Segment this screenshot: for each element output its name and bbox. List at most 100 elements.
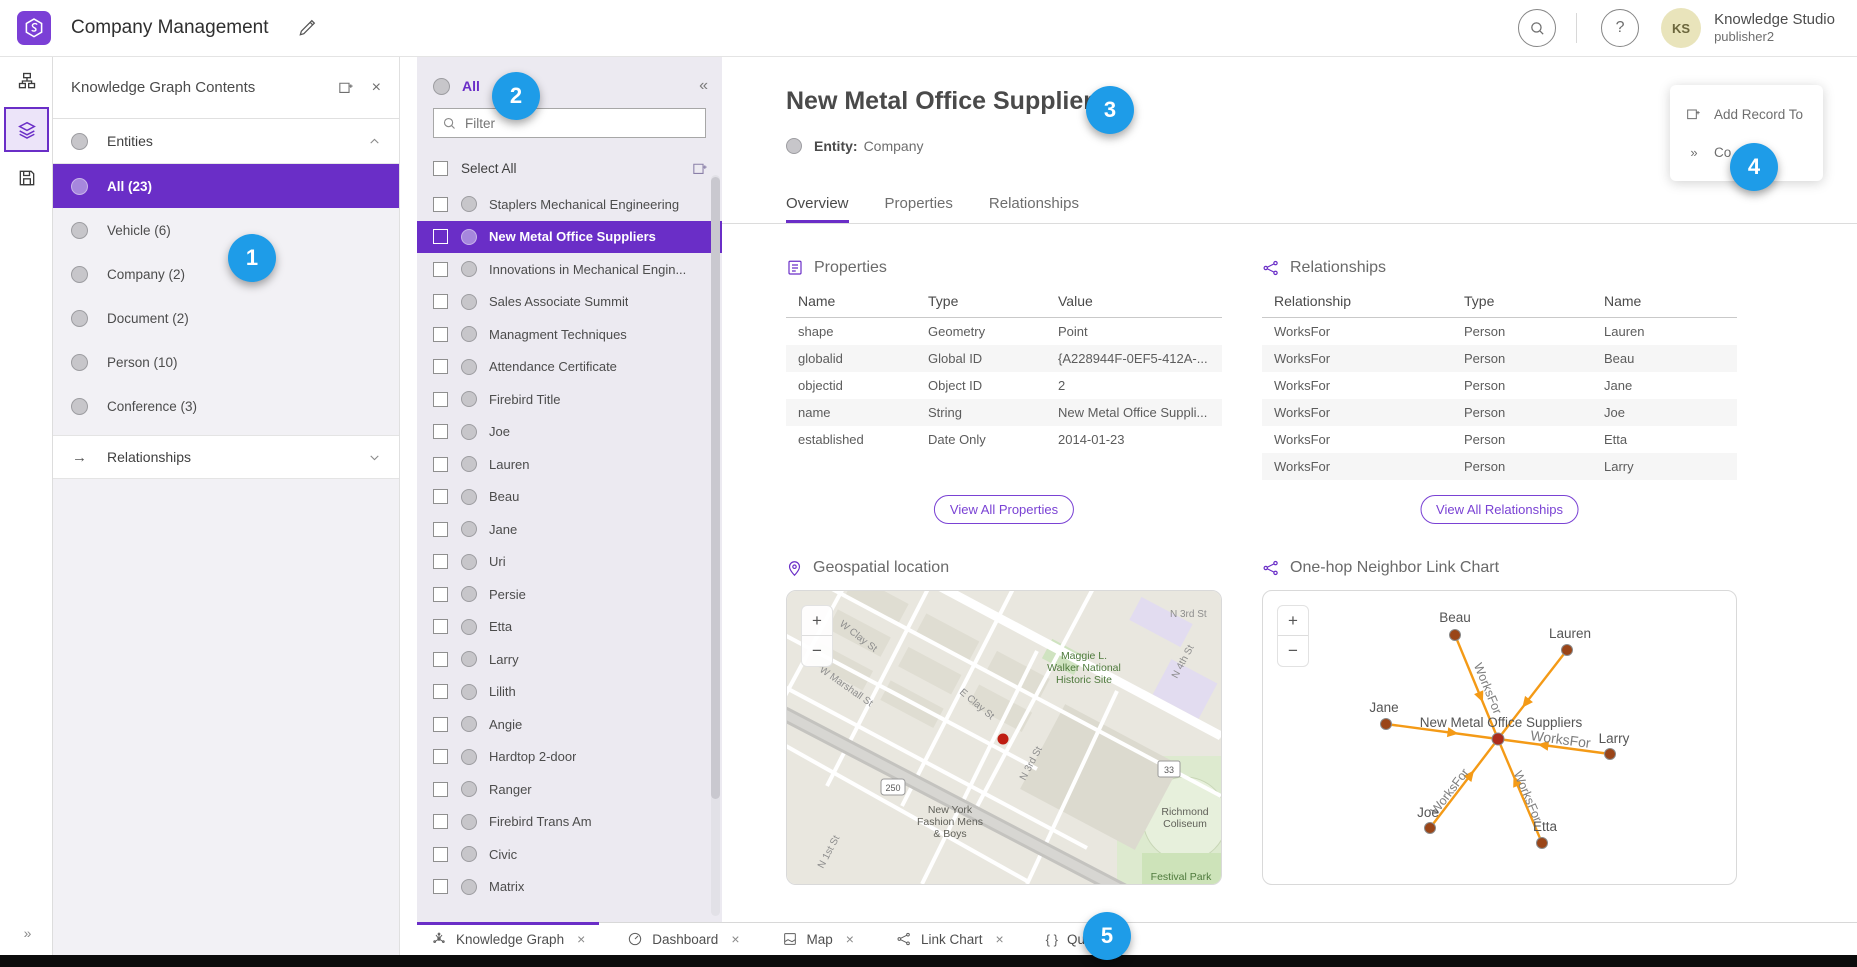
tab-link-chart[interactable]: Link Chart × bbox=[882, 923, 1018, 955]
record-checkbox[interactable] bbox=[433, 847, 448, 862]
record-row[interactable]: Lilith bbox=[417, 676, 722, 709]
record-row[interactable]: Larry bbox=[417, 643, 722, 676]
zoom-in-button[interactable]: + bbox=[802, 606, 832, 636]
table-row[interactable]: WorksForPersonJoe bbox=[1262, 399, 1737, 426]
tab-knowledge-graph[interactable]: Knowledge Graph × bbox=[417, 923, 599, 955]
zoom-out-button[interactable]: − bbox=[1278, 636, 1308, 666]
new-window-button[interactable] bbox=[337, 79, 354, 96]
record-checkbox[interactable] bbox=[433, 424, 448, 439]
record-checkbox[interactable] bbox=[433, 879, 448, 894]
collapse-panel-button[interactable]: « bbox=[699, 77, 708, 95]
record-checkbox[interactable] bbox=[433, 489, 448, 504]
record-row[interactable]: Matrix bbox=[417, 871, 722, 904]
contents-tool[interactable] bbox=[4, 107, 49, 152]
record-checkbox[interactable] bbox=[433, 522, 448, 537]
filter-input[interactable] bbox=[465, 116, 697, 131]
record-row[interactable]: Sales Associate Summit bbox=[417, 286, 722, 319]
view-all-relationships-button[interactable]: View All Relationships bbox=[1420, 495, 1579, 524]
record-row[interactable]: Innovations in Mechanical Engin... bbox=[417, 253, 722, 286]
record-row[interactable]: Beau bbox=[417, 481, 722, 514]
tab-dashboard[interactable]: Dashboard × bbox=[613, 923, 753, 955]
record-checkbox[interactable] bbox=[433, 197, 448, 212]
records-scrollbar[interactable] bbox=[711, 175, 720, 916]
save-tool[interactable] bbox=[0, 154, 53, 202]
record-checkbox[interactable] bbox=[433, 229, 448, 244]
table-row[interactable]: shapeGeometryPoint bbox=[786, 318, 1222, 346]
record-row[interactable]: Persie bbox=[417, 578, 722, 611]
close-tab-icon[interactable]: × bbox=[577, 931, 585, 947]
record-row[interactable]: Joe bbox=[417, 416, 722, 449]
tab-overview[interactable]: Overview bbox=[786, 187, 849, 223]
record-row[interactable]: Hardtop 2-door bbox=[417, 741, 722, 774]
search-button[interactable] bbox=[1518, 9, 1556, 47]
table-row[interactable]: nameStringNew Metal Office Suppli... bbox=[786, 399, 1222, 426]
link-chart-canvas[interactable]: WorksFor WorksFor WorksFor WorksFor bbox=[1263, 591, 1736, 884]
zoom-in-button[interactable]: + bbox=[1278, 606, 1308, 636]
menu-item-add-record-to[interactable]: Add Record To bbox=[1670, 95, 1823, 133]
data-model-tool[interactable] bbox=[0, 57, 53, 105]
record-checkbox[interactable] bbox=[433, 457, 448, 472]
record-row[interactable]: Lauren bbox=[417, 448, 722, 481]
add-record-button[interactable] bbox=[691, 160, 708, 177]
record-row[interactable]: Firebird Trans Am bbox=[417, 806, 722, 839]
location-marker[interactable] bbox=[998, 734, 1009, 745]
tab-map[interactable]: Map × bbox=[768, 923, 868, 955]
record-row[interactable]: Managment Techniques bbox=[417, 318, 722, 351]
entity-type-company[interactable]: Company (2) bbox=[53, 252, 399, 296]
record-checkbox[interactable] bbox=[433, 652, 448, 667]
tab-relationships[interactable]: Relationships bbox=[989, 187, 1079, 223]
record-checkbox[interactable] bbox=[433, 717, 448, 732]
record-checkbox[interactable] bbox=[433, 684, 448, 699]
record-row[interactable]: Ranger bbox=[417, 773, 722, 806]
record-row[interactable]: Jane bbox=[417, 513, 722, 546]
record-checkbox[interactable] bbox=[433, 749, 448, 764]
record-row-selected[interactable]: New Metal Office Suppliers bbox=[417, 221, 722, 254]
link-chart-card[interactable]: + − bbox=[1262, 590, 1737, 885]
filter-box[interactable] bbox=[433, 108, 706, 138]
table-row[interactable]: WorksForPersonLauren bbox=[1262, 318, 1737, 346]
record-row[interactable]: Attendance Certificate bbox=[417, 351, 722, 384]
record-checkbox[interactable] bbox=[433, 782, 448, 797]
scrollbar-thumb[interactable] bbox=[711, 177, 720, 799]
close-tab-icon[interactable]: × bbox=[846, 931, 854, 947]
relationships-section-header[interactable]: → Relationships bbox=[53, 435, 399, 479]
record-checkbox[interactable] bbox=[433, 294, 448, 309]
record-row[interactable]: Uri bbox=[417, 546, 722, 579]
record-row[interactable]: Firebird Title bbox=[417, 383, 722, 416]
entity-type-conference[interactable]: Conference (3) bbox=[53, 384, 399, 428]
record-checkbox[interactable] bbox=[433, 619, 448, 634]
record-checkbox[interactable] bbox=[433, 359, 448, 374]
record-row[interactable]: Angie bbox=[417, 708, 722, 741]
record-row[interactable]: Staplers Mechanical Engineering bbox=[417, 188, 722, 221]
table-row[interactable]: WorksForPersonEtta bbox=[1262, 426, 1737, 453]
record-checkbox[interactable] bbox=[433, 327, 448, 342]
record-checkbox[interactable] bbox=[433, 554, 448, 569]
record-checkbox[interactable] bbox=[433, 587, 448, 602]
close-tab-icon[interactable]: × bbox=[731, 931, 739, 947]
record-row[interactable]: Civic bbox=[417, 838, 722, 871]
tab-properties[interactable]: Properties bbox=[885, 187, 953, 223]
select-all-checkbox[interactable] bbox=[433, 161, 448, 176]
table-row[interactable]: WorksForPersonBeau bbox=[1262, 345, 1737, 372]
help-button[interactable]: ? bbox=[1601, 9, 1639, 47]
close-panel-button[interactable]: × bbox=[372, 79, 381, 97]
table-row[interactable]: objectidObject ID2 bbox=[786, 372, 1222, 399]
avatar[interactable]: KS bbox=[1661, 8, 1701, 48]
entities-section-header[interactable]: Entities bbox=[53, 119, 399, 164]
basemap[interactable]: 250 33 W Clay St W Marshall St E Clay St… bbox=[787, 591, 1221, 884]
entity-type-document[interactable]: Document (2) bbox=[53, 296, 399, 340]
table-row[interactable]: establishedDate Only2014-01-23 bbox=[786, 426, 1222, 453]
table-row[interactable]: WorksForPersonJane bbox=[1262, 372, 1737, 399]
table-row[interactable]: WorksForPersonLarry bbox=[1262, 453, 1737, 480]
zoom-out-button[interactable]: − bbox=[802, 636, 832, 666]
record-checkbox[interactable] bbox=[433, 262, 448, 277]
record-row[interactable]: Etta bbox=[417, 611, 722, 644]
record-checkbox[interactable] bbox=[433, 392, 448, 407]
app-logo[interactable] bbox=[17, 11, 51, 45]
entity-type-vehicle[interactable]: Vehicle (6) bbox=[53, 208, 399, 252]
expand-rail-button[interactable]: » bbox=[0, 925, 53, 941]
entity-type-all[interactable]: All (23) bbox=[53, 164, 399, 208]
record-checkbox[interactable] bbox=[433, 814, 448, 829]
edit-title-icon[interactable] bbox=[297, 18, 317, 38]
close-tab-icon[interactable]: × bbox=[995, 931, 1003, 947]
